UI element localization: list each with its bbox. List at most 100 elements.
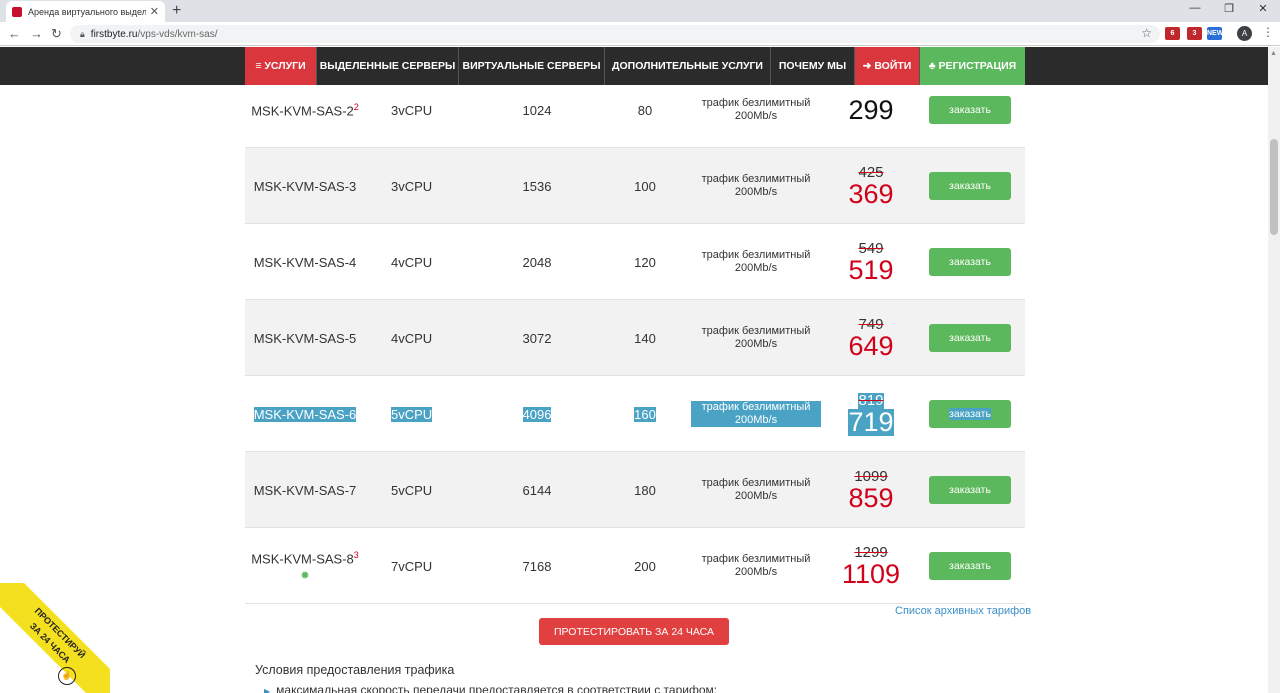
tariff-name: MSK-KVM-SAS-2	[251, 103, 354, 119]
name-cell: MSK-KVM-SAS-5	[245, 300, 365, 376]
tariff-row: MSK-KVM-SAS-22 3vCPU 1024 80 трафик безлимит…	[245, 72, 1025, 148]
url-host: firstbyte.ru	[90, 28, 138, 40]
profile-avatar[interactable]: A	[1237, 26, 1252, 41]
traffic-cell: трафик безлимитный 200Mb/s	[691, 528, 821, 604]
extension-mail-icon[interactable]: 3	[1187, 27, 1202, 40]
disk-cell: 180	[615, 452, 675, 528]
forward-icon[interactable]: →	[30, 26, 43, 41]
order-button[interactable]: заказать	[929, 400, 1011, 428]
tab-close-icon[interactable]: ✕	[150, 5, 159, 18]
bookmark-star-icon[interactable]: ☆	[1141, 26, 1152, 40]
order-button[interactable]: заказать	[929, 324, 1011, 352]
minimize-icon[interactable]: —	[1178, 2, 1212, 15]
name-cell: MSK-KVM-SAS-22	[245, 72, 365, 148]
order-button-label: заказать	[949, 484, 991, 496]
traffic-value: трафик безлимитный 200Mb/s	[701, 477, 811, 502]
name-cell: MSK-KVM-SAS-7	[245, 452, 365, 528]
order-button-label: заказать	[949, 332, 991, 344]
order-button[interactable]: заказать	[929, 248, 1011, 276]
archive-tariffs-link[interactable]: Список архивных тарифов	[895, 605, 1031, 617]
order-button[interactable]: заказать	[929, 476, 1011, 504]
scroll-up-icon[interactable]: ▲	[1270, 50, 1277, 57]
tab-title: Аренда виртуального выделен	[28, 6, 146, 17]
ram-cell: 6144	[497, 452, 577, 528]
close-window-icon[interactable]: ✕	[1246, 2, 1280, 15]
ram-value: 1536	[522, 178, 552, 194]
disk-cell: 120	[615, 224, 675, 300]
tariff-name: MSK-KVM-SAS-7	[253, 482, 357, 498]
tariff-name: MSK-KVM-SAS-4	[253, 254, 357, 270]
restore-icon[interactable]: ❐	[1212, 2, 1246, 15]
traffic-cell: трафик безлимитный 200Mb/s	[691, 452, 821, 528]
order-button-label: заказать	[949, 180, 991, 192]
site-favicon-icon	[12, 6, 22, 17]
cpu-value: 5vCPU	[391, 406, 433, 422]
browser-tabstrip: Аренда виртуального выделен ✕ + — ❐ ✕	[0, 0, 1280, 22]
cpu-value: 3vCPU	[391, 178, 433, 194]
traffic-cell: трафик безлимитный 200Mb/s	[691, 148, 821, 224]
reload-icon[interactable]: ↻	[51, 26, 62, 42]
traffic-value: трафик безлимитный 200Mb/s	[701, 249, 811, 274]
price: 299	[848, 94, 894, 125]
disk-value: 100	[634, 178, 656, 194]
disk-value: 200	[634, 558, 656, 574]
tariff-row: MSK-KVM-SAS-83 ✹ 7vCPU 7168 200 трафик безлим…	[245, 528, 1025, 604]
price: 719	[848, 406, 894, 437]
price-cell: 749 649	[829, 300, 913, 376]
ribbon-line-2: ЗА 24 ЧАСА	[27, 620, 73, 666]
ram-value: 6144	[522, 482, 552, 498]
price-cell: 549 519	[829, 224, 913, 300]
ram-cell: 2048	[497, 224, 577, 300]
traffic-value: трафик безлимитный 200Mb/s	[691, 401, 821, 427]
traffic-value: трафик безлимитный 200Mb/s	[701, 173, 811, 198]
price: 369	[848, 178, 894, 209]
order-cell: заказать	[929, 72, 1011, 148]
traffic-condition-item: ▶ максимальная скорость передачи предоста…	[264, 683, 717, 693]
page-scrollbar[interactable]: ▲	[1268, 47, 1280, 693]
traffic-value: трафик безлимитный 200Mb/s	[701, 325, 811, 350]
ram-value: 1024	[522, 102, 552, 118]
back-icon[interactable]: ←	[8, 26, 21, 41]
name-cell: MSK-KVM-SAS-83 ✹	[245, 528, 365, 604]
browser-tab[interactable]: Аренда виртуального выделен ✕	[6, 1, 165, 22]
cpu-cell: 4vCPU	[391, 224, 447, 300]
price: 649	[848, 330, 894, 361]
extension-new-icon[interactable]: NEW	[1207, 27, 1223, 40]
order-button[interactable]: заказать	[929, 552, 1011, 580]
name-cell: MSK-KVM-SAS-6	[245, 376, 365, 452]
tariff-name: MSK-KVM-SAS-6	[253, 406, 357, 422]
url-bar[interactable]: 🔒︎ firstbyte.ru/vps-vds/kvm-sas/ ☆	[70, 25, 1160, 43]
cpu-value: 4vCPU	[391, 330, 433, 346]
gear-icon: ✹	[300, 569, 310, 582]
test-24h-button[interactable]: ПРОТЕСТИРОВАТЬ ЗА 24 ЧАСА	[539, 618, 729, 645]
ram-cell: 3072	[497, 300, 577, 376]
extension-badge-icon[interactable]: 6	[1165, 27, 1180, 40]
ribbon-banner[interactable]: ПРОТЕСТИРУЙ ЗА 24 ЧАСА	[0, 583, 110, 693]
test-ribbon[interactable]: ПРОТЕСТИРУЙ ЗА 24 ЧАСА ☝	[0, 583, 110, 693]
tariff-name: MSK-KVM-SAS-3	[253, 178, 357, 194]
ram-value: 7168	[522, 558, 552, 574]
cpu-cell: 7vCPU	[391, 528, 447, 604]
name-cell: MSK-KVM-SAS-4	[245, 224, 365, 300]
order-button[interactable]: заказать	[929, 172, 1011, 200]
disk-value: 180	[634, 482, 656, 498]
order-cell: заказать	[929, 148, 1011, 224]
tariff-row: MSK-KVM-SAS-4 4vCPU 2048 120 трафик безлимит…	[245, 224, 1025, 300]
order-cell: заказать	[929, 300, 1011, 376]
price: 1109	[841, 558, 901, 589]
disk-value: 120	[634, 254, 656, 270]
new-tab-button[interactable]: +	[172, 2, 181, 20]
disk-cell: 160	[615, 376, 675, 452]
cpu-cell: 3vCPU	[391, 72, 447, 148]
ram-value: 4096	[522, 406, 552, 422]
tariff-row: MSK-KVM-SAS-6 5vCPU 4096 160 трафик безлимит…	[245, 376, 1025, 452]
order-button-label: заказать	[949, 408, 991, 420]
ram-value: 2048	[522, 254, 552, 270]
order-button[interactable]: заказать	[929, 96, 1011, 124]
order-button-label: заказать	[949, 104, 991, 116]
order-button-label: заказать	[949, 256, 991, 268]
scrollbar-thumb[interactable]	[1270, 139, 1278, 235]
price-cell: 299	[829, 72, 913, 148]
browser-menu-icon[interactable]: ⋮	[1262, 25, 1274, 39]
traffic-cell: трафик безлимитный 200Mb/s	[691, 300, 821, 376]
